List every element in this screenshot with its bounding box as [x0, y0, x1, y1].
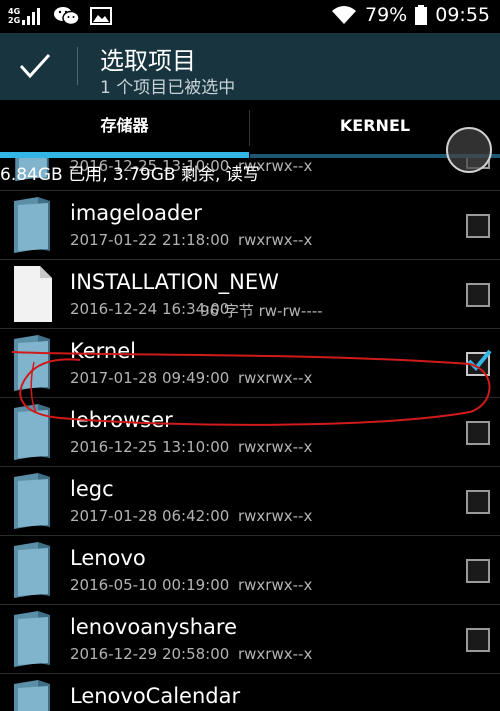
- folder-icon: [14, 335, 50, 391]
- select-checkbox-checked[interactable]: [466, 349, 492, 376]
- file-permissions: rwxrwx--x: [238, 369, 313, 387]
- checkmark-icon: [467, 349, 492, 371]
- file-icon: [14, 266, 52, 322]
- battery-percent: 79%: [365, 4, 408, 26]
- status-bar: 4G 2G 79% 09:55: [0, 0, 500, 33]
- list-item[interactable]: LenovoCalendar: [0, 674, 500, 711]
- list-item[interactable]: lenovoanyshare 2016-12-29 20:58:00 rwxrw…: [0, 605, 500, 674]
- list-item[interactable]: INSTALLATION_NEW 2016-12-24 16:34:00 96 …: [0, 260, 500, 329]
- file-date: 2016-12-29 20:58:00: [70, 645, 230, 663]
- tab-bar: 存储器 KERNEL: [0, 100, 500, 158]
- signal-icon: [22, 8, 41, 25]
- file-size-permissions: 96 字节 rw-rw----: [200, 302, 323, 320]
- file-permissions: rwxrwx--x: [238, 507, 313, 525]
- file-name: imageloader: [70, 201, 202, 225]
- select-checkbox[interactable]: [466, 628, 490, 652]
- floating-circle-button[interactable]: [446, 127, 492, 173]
- file-list: 2016-12-25 13:10:00 rwxrwx--x imageloade…: [0, 158, 500, 711]
- action-bar-divider: [77, 47, 78, 85]
- file-permissions: rwxrwx--x: [238, 231, 313, 249]
- file-name: legc: [70, 477, 114, 501]
- network-2g: 2G: [8, 15, 21, 25]
- wifi-icon: [332, 6, 356, 24]
- file-name: Kernel: [70, 339, 136, 363]
- file-date: 2017-01-28 09:49:00: [70, 369, 230, 387]
- check-icon[interactable]: [18, 51, 52, 81]
- storage-info: 6.84GB 已用, 3.79GB 剩余, 读写: [0, 165, 260, 185]
- file-permissions: rwxrwx--x: [238, 576, 313, 594]
- select-checkbox[interactable]: [466, 283, 490, 307]
- file-date: 2017-01-22 21:18:00: [70, 231, 230, 249]
- file-name: Lenovo: [70, 546, 146, 570]
- list-item[interactable]: imageloader 2017-01-22 21:18:00 rwxrwx--…: [0, 191, 500, 260]
- list-item[interactable]: legc 2017-01-28 06:42:00 rwxrwx--x: [0, 467, 500, 536]
- action-bar: 选取项目 1 个项目已被选中: [0, 33, 500, 100]
- file-date: 2016-12-25 13:10:00: [70, 438, 230, 456]
- folder-icon: [14, 197, 50, 253]
- file-date: 2016-05-10 00:19:00: [70, 576, 230, 594]
- list-item-selected[interactable]: Kernel 2017-01-28 09:49:00 rwxrwx--x: [0, 329, 500, 398]
- list-item[interactable]: lebrowser 2016-12-25 13:10:00 rwxrwx--x: [0, 398, 500, 467]
- select-checkbox[interactable]: [466, 421, 490, 445]
- tab-storage[interactable]: 存储器: [0, 100, 249, 154]
- file-permissions: rwxrwx--x: [238, 438, 313, 456]
- action-bar-title: 选取项目: [100, 47, 196, 75]
- folder-icon: [14, 542, 50, 598]
- file-date: 2017-01-28 06:42:00: [70, 507, 230, 525]
- list-item[interactable]: Lenovo 2016-05-10 00:19:00 rwxrwx--x: [0, 536, 500, 605]
- file-name: lebrowser: [70, 408, 173, 432]
- folder-icon: [14, 680, 50, 711]
- file-permissions: rwxrwx--x: [238, 645, 313, 663]
- network-4g: 4G: [8, 6, 21, 16]
- battery-icon: [415, 5, 428, 25]
- file-name: LenovoCalendar: [70, 684, 241, 708]
- clock: 09:55: [435, 4, 490, 26]
- select-checkbox[interactable]: [466, 490, 490, 514]
- wechat-icon: [54, 7, 80, 26]
- network-type: 4G 2G: [8, 6, 21, 25]
- file-name: INSTALLATION_NEW: [70, 270, 279, 294]
- folder-icon: [14, 611, 50, 667]
- gallery-icon: [90, 7, 113, 25]
- selection-count: 1 个项目已被选中: [100, 78, 236, 98]
- file-name: lenovoanyshare: [70, 615, 238, 639]
- select-checkbox[interactable]: [466, 559, 490, 583]
- select-checkbox[interactable]: [466, 214, 490, 238]
- folder-icon: [14, 404, 50, 460]
- folder-icon: [14, 473, 50, 529]
